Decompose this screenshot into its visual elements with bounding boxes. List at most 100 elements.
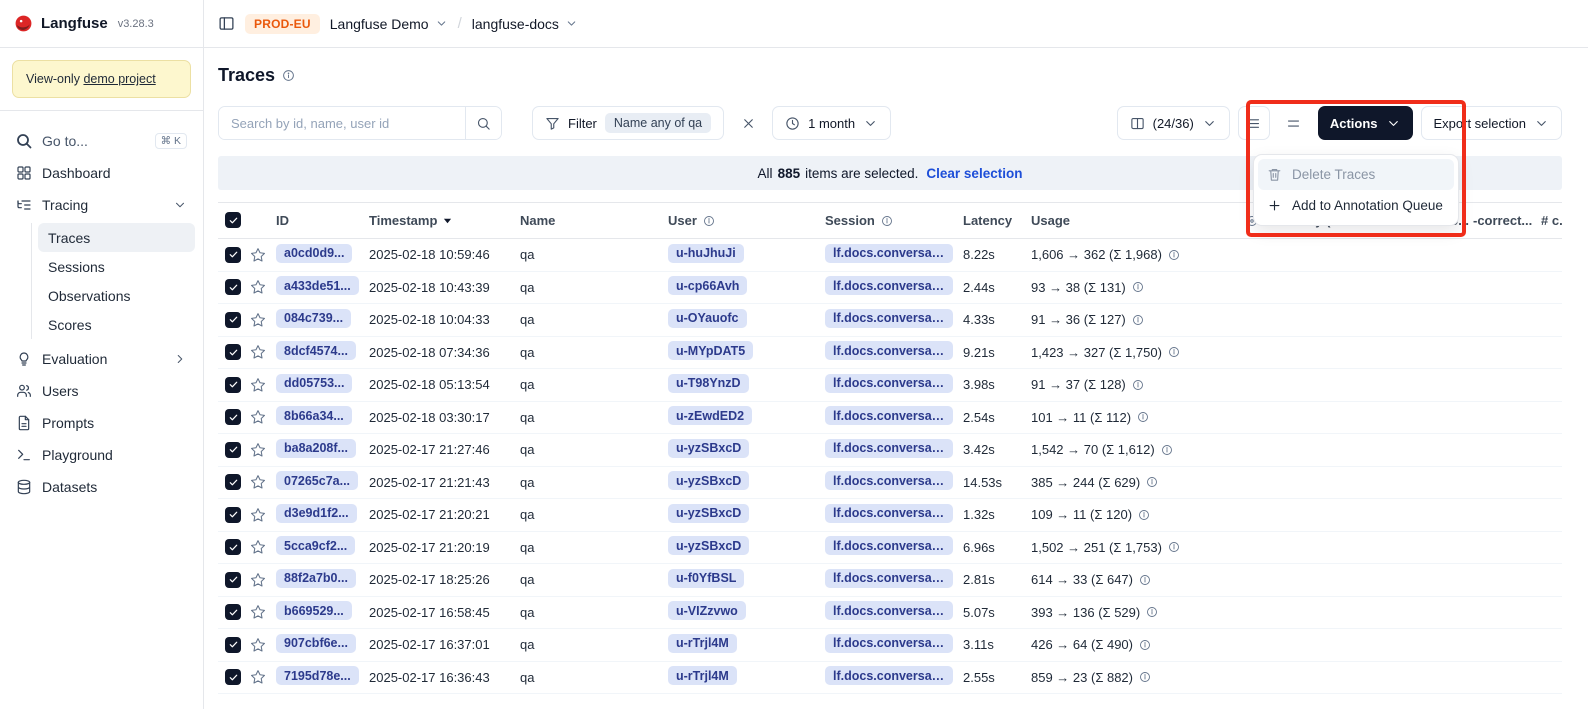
info-icon[interactable] (1161, 444, 1173, 456)
star-icon[interactable] (250, 637, 266, 653)
extra-score-column-header[interactable]: # c... (1541, 203, 1562, 239)
table-row[interactable]: dd05753... 2025-02-18 05:13:54 qa u-T98Y… (218, 369, 1562, 402)
user-badge[interactable]: u-huJhuJi (668, 244, 744, 263)
user-column-header[interactable]: User (668, 203, 825, 239)
trace-id-badge[interactable]: 07265c7a... (276, 471, 358, 490)
user-badge[interactable]: u-yzSBxcD (668, 439, 749, 458)
table-row[interactable]: 084c739... 2025-02-18 10:04:33 qa u-OYau… (218, 304, 1562, 337)
filter-button[interactable]: Filter Name any of qa (532, 106, 724, 140)
session-badge[interactable]: lf.docs.conversation... (825, 536, 953, 555)
star-icon[interactable] (250, 604, 266, 620)
sidebar-item-traces[interactable]: Traces (38, 223, 195, 252)
org-selector[interactable]: Langfuse Demo (330, 16, 448, 32)
row-checkbox[interactable] (225, 409, 241, 425)
session-badge[interactable]: lf.docs.conversation... (825, 634, 953, 653)
sidebar-item-scores[interactable]: Scores (38, 310, 195, 339)
sidebar-item-tracing[interactable]: Tracing (8, 189, 195, 221)
sidebar-item-playground[interactable]: Playground (8, 439, 195, 471)
latency-column-header[interactable]: Latency (963, 203, 1031, 239)
row-checkbox[interactable] (225, 572, 241, 588)
user-badge[interactable]: u-zEwdED2 (668, 406, 752, 425)
user-badge[interactable]: u-yzSBxcD (668, 471, 749, 490)
sidebar-item-observations[interactable]: Observations (38, 281, 195, 310)
session-badge[interactable]: lf.docs.conversation... (825, 341, 953, 360)
trace-id-badge[interactable]: 88f2a7b0... (276, 569, 356, 588)
session-badge[interactable]: lf.docs.conversation... (825, 244, 953, 263)
star-icon[interactable] (250, 507, 266, 523)
user-badge[interactable]: u-yzSBxcD (668, 504, 749, 523)
table-row[interactable]: 8b66a34... 2025-02-18 03:30:17 qa u-zEwd… (218, 401, 1562, 434)
info-icon[interactable] (282, 69, 295, 82)
search-submit-button[interactable] (465, 107, 501, 139)
table-row[interactable]: 5cca9cf2... 2025-02-17 21:20:19 qa u-yzS… (218, 531, 1562, 564)
trace-id-badge[interactable]: ba8a208f... (276, 439, 356, 458)
row-checkbox[interactable] (225, 247, 241, 263)
trace-id-badge[interactable]: b669529... (276, 601, 352, 620)
table-row[interactable]: a433de51... 2025-02-18 10:43:39 qa u-cp6… (218, 271, 1562, 304)
table-row[interactable]: a0cd0d9... 2025-02-18 10:59:46 qa u-huJh… (218, 239, 1562, 272)
info-icon[interactable] (1139, 671, 1151, 683)
row-checkbox[interactable] (225, 344, 241, 360)
table-row[interactable]: ba8a208f... 2025-02-17 21:27:46 qa u-yzS… (218, 434, 1562, 467)
sidebar-item-goto[interactable]: Go to... ⌘ K (8, 125, 195, 157)
star-icon[interactable] (250, 312, 266, 328)
user-badge[interactable]: u-rTrjl4M (668, 634, 737, 653)
trace-id-badge[interactable]: a0cd0d9... (276, 244, 352, 263)
star-icon[interactable] (250, 247, 266, 263)
trace-id-badge[interactable]: 5cca9cf2... (276, 536, 355, 555)
select-all-checkbox[interactable] (225, 212, 241, 228)
timerange-button[interactable]: 1 month (772, 106, 891, 140)
star-icon[interactable] (250, 572, 266, 588)
menu-item-delete-traces[interactable]: Delete Traces (1258, 159, 1454, 190)
correctness-score-column-header[interactable]: -correct... (1473, 203, 1541, 239)
table-row[interactable]: 8dcf4574... 2025-02-18 07:34:36 qa u-MYp… (218, 336, 1562, 369)
trace-id-badge[interactable]: 7195d78e... (276, 666, 359, 685)
table-row[interactable]: b669529... 2025-02-17 16:58:45 qa u-VIZz… (218, 596, 1562, 629)
info-icon[interactable] (1138, 509, 1150, 521)
user-badge[interactable]: u-cp66Avh (668, 276, 747, 295)
session-column-header[interactable]: Session (825, 203, 963, 239)
row-checkbox[interactable] (225, 604, 241, 620)
info-icon[interactable] (1168, 346, 1180, 358)
info-icon[interactable] (1168, 249, 1180, 261)
star-icon[interactable] (250, 539, 266, 555)
session-badge[interactable]: lf.docs.conversation... (825, 504, 953, 523)
sidebar-item-prompts[interactable]: Prompts (8, 407, 195, 439)
info-icon[interactable] (1146, 606, 1158, 618)
sidebar-item-datasets[interactable]: Datasets (8, 471, 195, 503)
table-row[interactable]: 7195d78e... 2025-02-17 16:36:43 qa u-rTr… (218, 661, 1562, 694)
star-icon[interactable] (250, 344, 266, 360)
sidebar-toggle-icon[interactable] (218, 15, 235, 32)
id-column-header[interactable]: ID (276, 203, 369, 239)
trace-id-badge[interactable]: a433de51... (276, 276, 359, 295)
star-icon[interactable] (250, 279, 266, 295)
session-badge[interactable]: lf.docs.conversation... (825, 666, 953, 685)
star-icon[interactable] (250, 669, 266, 685)
trace-id-badge[interactable]: 8b66a34... (276, 406, 352, 425)
user-badge[interactable]: u-VIZzvwo (668, 601, 746, 620)
session-badge[interactable]: lf.docs.conversation... (825, 309, 953, 328)
table-row[interactable]: 907cbf6e... 2025-02-17 16:37:01 qa u-rTr… (218, 629, 1562, 662)
trace-id-badge[interactable]: 8dcf4574... (276, 341, 356, 360)
column-visibility-button[interactable]: (24/36) (1117, 106, 1230, 140)
info-icon[interactable] (1139, 639, 1151, 651)
project-selector[interactable]: langfuse-docs (472, 16, 578, 32)
search-input[interactable] (219, 107, 465, 139)
sidebar-item-users[interactable]: Users (8, 375, 195, 407)
timestamp-column-header[interactable]: Timestamp (369, 203, 520, 239)
actions-button[interactable]: Actions (1318, 106, 1413, 140)
row-checkbox[interactable] (225, 669, 241, 685)
star-icon[interactable] (250, 409, 266, 425)
trace-id-badge[interactable]: d3e9d1f2... (276, 504, 357, 523)
session-badge[interactable]: lf.docs.conversation... (825, 276, 953, 295)
clear-selection-link[interactable]: Clear selection (926, 166, 1022, 181)
info-icon[interactable] (1132, 314, 1144, 326)
row-checkbox[interactable] (225, 539, 241, 555)
sidebar-item-evaluation[interactable]: Evaluation (8, 343, 195, 375)
row-height-small-button[interactable] (1238, 106, 1270, 140)
trace-id-badge[interactable]: 907cbf6e... (276, 634, 356, 653)
info-icon[interactable] (1139, 574, 1151, 586)
session-badge[interactable]: lf.docs.conversation... (825, 601, 953, 620)
table-row[interactable]: d3e9d1f2... 2025-02-17 21:20:21 qa u-yzS… (218, 499, 1562, 532)
clear-filter-button[interactable] (732, 106, 764, 140)
